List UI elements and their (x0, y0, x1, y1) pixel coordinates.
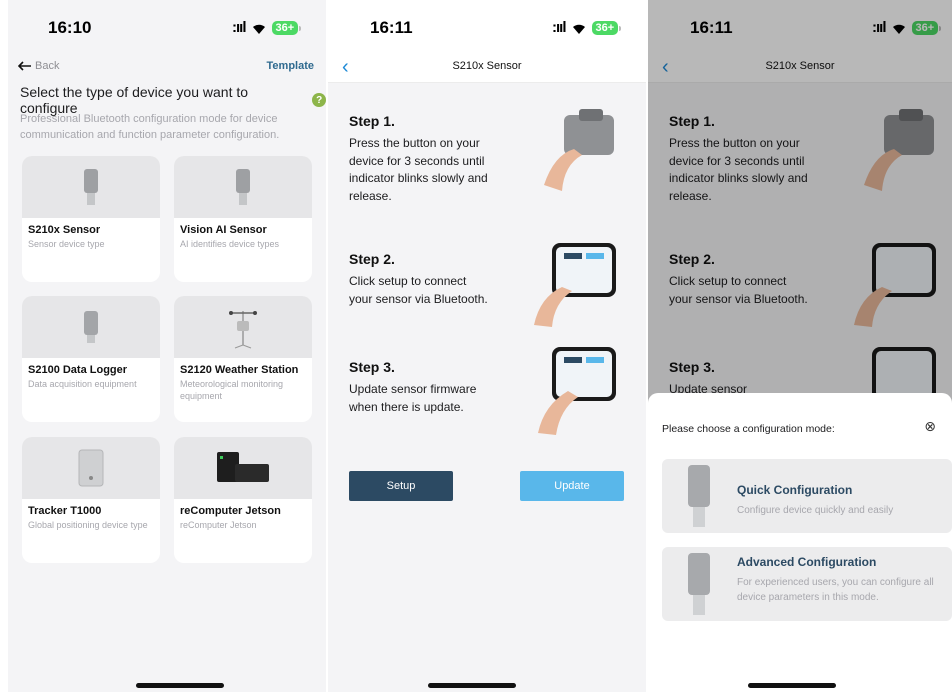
setup-steps-screen: 16:11 :ııl 36+ ‹ S210x Sensor Step 1. Pr… (328, 0, 646, 692)
back-label: Back (35, 60, 60, 72)
battery-icon: 36+ (591, 20, 621, 35)
tracker-image (22, 437, 160, 499)
option-title: Quick Configuration (737, 483, 853, 497)
setup-button[interactable]: Setup (349, 471, 453, 501)
signal-icon: :ııl (552, 19, 566, 36)
device-name: Vision AI Sensor (180, 224, 267, 236)
status-time: 16:11 (370, 18, 413, 37)
device-description: Meteorological monitoring equipment (180, 379, 284, 401)
device-description: Data acquisition equipment (28, 379, 137, 389)
press-button-illustration (544, 109, 614, 191)
help-icon[interactable]: ? (312, 93, 326, 107)
navigation-bar: ‹ S210x Sensor (328, 52, 646, 83)
data-logger-image (22, 296, 160, 358)
option-description: Configure device quickly and easily (737, 505, 894, 516)
device-card-s2100[interactable]: S2100 Data Logger Data acquisition equip… (22, 296, 160, 422)
device-description: Sensor device type (28, 239, 105, 249)
phone-setup-illustration (534, 243, 616, 327)
device-name: S2100 Data Logger (28, 364, 128, 376)
step-3: Step 3. Update sensor firmware when ther… (349, 359, 489, 416)
home-indicator[interactable] (428, 683, 516, 688)
signal-icon: :ııl (232, 19, 246, 36)
device-name: Tracker T1000 (28, 505, 102, 517)
step-text: Update sensor firmware when there is upd… (349, 382, 477, 414)
sheet-prompt: Please choose a configuration mode: (662, 423, 835, 435)
device-name: S210x Sensor (28, 224, 101, 236)
device-description: reComputer Jetson (180, 520, 257, 530)
device-card-vision-ai[interactable]: Vision AI Sensor AI identifies device ty… (174, 156, 312, 282)
step-2: Step 2. Click setup to connect your sens… (349, 251, 489, 308)
option-title: Advanced Configuration (737, 555, 877, 569)
recomputer-image (174, 437, 312, 499)
device-card-t1000[interactable]: Tracker T1000 Global positioning device … (22, 437, 160, 563)
configuration-mode-screen: 16:11 :ııl 36+ ‹ S210x Sensor Step 1. Pr… (648, 0, 952, 692)
step-heading: Step 1. (349, 113, 395, 129)
quick-configuration-option[interactable]: Quick Configuration Configure device qui… (662, 459, 952, 533)
status-icons: :ııl 36+ (552, 19, 621, 36)
battery-icon: 36+ (271, 20, 301, 35)
home-indicator[interactable] (748, 683, 836, 688)
device-name: S2120 Weather Station (180, 364, 299, 376)
page-subtitle: Professional Bluetooth configuration mod… (20, 113, 280, 141)
device-description: AI identifies device types (180, 239, 280, 249)
step-text: Click setup to connect your sensor via B… (349, 274, 488, 306)
device-card-s2120[interactable]: S2120 Weather Station Meteorological mon… (174, 296, 312, 422)
status-bar: 16:10 :ııl 36+ (8, 0, 326, 56)
back-button[interactable]: Back (18, 60, 59, 72)
template-button[interactable]: Template (267, 60, 314, 72)
device-name: reComputer Jetson (180, 505, 281, 517)
update-button[interactable]: Update (520, 471, 624, 501)
back-arrow-icon (18, 61, 31, 71)
close-circle-icon[interactable]: ⊗ (924, 418, 936, 435)
device-description: Global positioning device type (28, 520, 148, 530)
navigation-bar: Back Template (18, 58, 314, 78)
sensor-device-image (22, 156, 160, 218)
weather-station-image (174, 296, 312, 358)
option-description: For experienced users, you can configure… (737, 577, 934, 603)
advanced-configuration-option[interactable]: Advanced Configuration For experienced u… (662, 547, 952, 621)
sensor-device-image (688, 465, 710, 527)
wifi-icon (572, 24, 585, 34)
steps-content: Step 1. Press the button on your device … (328, 83, 646, 692)
step-text: Press the button on your device for 3 se… (349, 136, 488, 203)
screen-title: S210x Sensor (452, 60, 522, 72)
phone-update-illustration (538, 347, 616, 435)
device-card-recomputer[interactable]: reComputer Jetson reComputer Jetson (174, 437, 312, 563)
status-icons: :ııl 36+ (232, 19, 301, 36)
step-heading: Step 2. (349, 251, 395, 267)
wifi-icon (252, 24, 265, 34)
home-indicator[interactable] (136, 683, 224, 688)
step-1: Step 1. Press the button on your device … (349, 113, 489, 205)
device-card-s210x[interactable]: S210x Sensor Sensor device type (22, 156, 160, 282)
step-heading: Step 3. (349, 359, 395, 375)
status-time: 16:10 (48, 18, 92, 37)
device-type-screen: 16:10 :ııl 36+ Back Template Select the … (8, 0, 326, 692)
sensor-device-image (688, 553, 710, 615)
configuration-mode-sheet: Please choose a configuration mode: ⊗ Qu… (648, 393, 952, 692)
vision-sensor-image (174, 156, 312, 218)
status-bar: 16:11 :ııl 36+ (328, 0, 646, 56)
